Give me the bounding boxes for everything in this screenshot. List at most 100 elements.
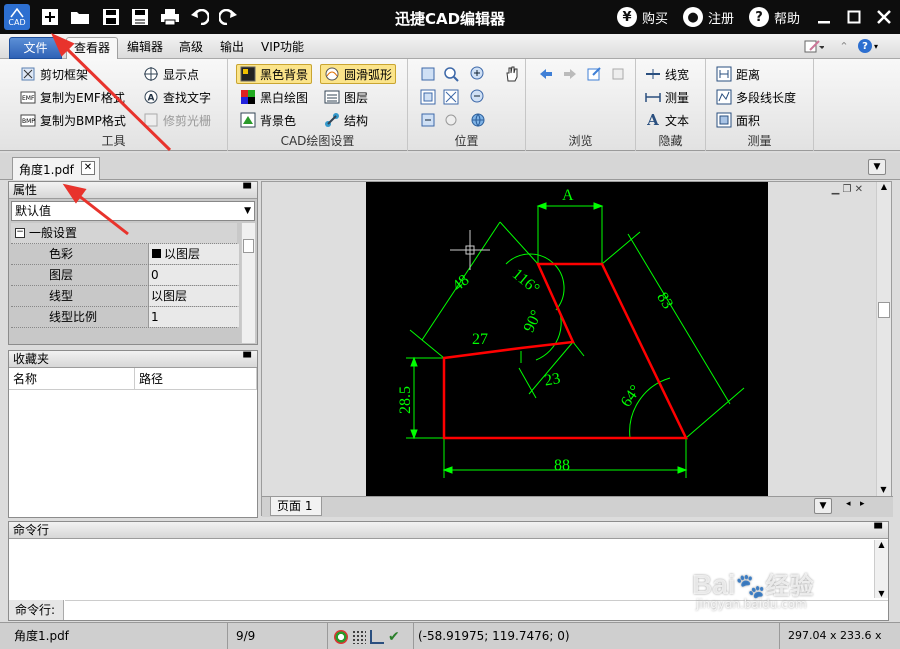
black-background-button[interactable]: 黑色背景 xyxy=(236,64,313,84)
favorites-column-path[interactable]: 路径 xyxy=(135,368,257,390)
drawing-viewer[interactable]: A 48 116° 90° 83 27 23 28.5 64° 88 ▁ ❐ ✕… xyxy=(261,181,893,517)
close-tab-icon[interactable]: ✕ xyxy=(81,161,95,175)
app-logo[interactable]: CAD xyxy=(4,4,30,30)
area-button[interactable]: 面积 xyxy=(716,110,760,130)
copy-emf-button[interactable]: EMF 复制为EMF格式 xyxy=(20,87,125,107)
pin-icon[interactable]: ▀ xyxy=(243,351,251,367)
trim-raster-button[interactable]: 修剪光栅 xyxy=(143,110,211,130)
viewer-restore-icon[interactable]: ❐ xyxy=(842,184,851,195)
forward-arrow-icon[interactable] xyxy=(562,66,578,82)
collapse-ribbon-icon[interactable]: ⌃ xyxy=(835,36,853,56)
page-list-dropdown-icon[interactable]: ▼ xyxy=(814,498,832,514)
linewidth-button[interactable]: 线宽 xyxy=(645,64,689,84)
command-scrollbar[interactable]: ▲ ▼ xyxy=(874,540,888,598)
save-icon[interactable] xyxy=(100,6,122,28)
tab-editor[interactable]: 编辑器 xyxy=(120,37,170,59)
find-text-button[interactable]: A 查找文字 xyxy=(143,87,211,107)
viewer-close-icon[interactable]: ✕ xyxy=(855,184,863,195)
pin-icon[interactable]: ▀ xyxy=(243,182,251,198)
open-folder-icon[interactable] xyxy=(69,6,91,28)
edit-options-icon[interactable] xyxy=(801,36,827,56)
osnap-icon[interactable] xyxy=(334,629,348,644)
structure-button[interactable]: 结构 xyxy=(324,110,368,130)
property-value[interactable]: 1 xyxy=(148,307,239,327)
property-value[interactable]: 以图层 xyxy=(148,244,239,264)
tab-file[interactable]: 文件 xyxy=(9,37,62,59)
tab-vip[interactable]: VIP功能 xyxy=(254,37,311,59)
zoom-dynamic-icon[interactable] xyxy=(443,112,459,128)
tab-output[interactable]: 输出 xyxy=(213,37,251,59)
property-preset-select[interactable]: 默认值 ▼ xyxy=(11,201,255,221)
properties-scrollbar[interactable] xyxy=(241,223,255,343)
show-points-button[interactable]: 显示点 xyxy=(143,64,199,84)
property-value[interactable]: 0 xyxy=(148,265,239,285)
hide-measure-button[interactable]: 测量 xyxy=(645,87,689,107)
back-arrow-icon[interactable] xyxy=(538,66,554,82)
collapse-box-icon[interactable]: − xyxy=(15,228,25,238)
page-tab[interactable]: 页面 1 xyxy=(270,497,322,516)
scroll-down-arrow[interactable]: ▼ xyxy=(877,485,890,494)
property-row[interactable]: 线型 以图层 xyxy=(11,286,239,307)
group-browse: 浏览 xyxy=(526,59,636,151)
new-file-icon[interactable] xyxy=(39,6,61,28)
property-value-text: 以图层 xyxy=(164,247,201,261)
buy-button[interactable]: ¥ 购买 xyxy=(617,7,668,27)
drawing-canvas[interactable]: A 48 116° 90° 83 27 23 28.5 64° 88 xyxy=(366,182,768,496)
browse-disabled-icon[interactable] xyxy=(610,66,626,82)
zoom-extents-icon[interactable] xyxy=(443,89,459,105)
polar-check-icon[interactable]: ✔ xyxy=(388,624,400,649)
bg-color-button[interactable]: 背景色 xyxy=(240,110,296,130)
scroll-thumb[interactable] xyxy=(243,239,254,253)
copy-bmp-button[interactable]: BMP 复制为BMP格式 xyxy=(20,110,126,130)
scroll-down-arrow[interactable]: ▼ xyxy=(875,589,888,598)
clipboard-frame-button[interactable]: 剪切框架 xyxy=(20,64,88,84)
page-scroll-left-icon[interactable]: ◂ xyxy=(846,499,851,509)
save-as-icon[interactable] xyxy=(129,6,151,28)
help-button[interactable]: ? 帮助 xyxy=(749,7,800,27)
property-row[interactable]: 线型比例 1 xyxy=(11,307,239,328)
distance-button[interactable]: 距离 xyxy=(716,64,760,84)
minimize-button[interactable] xyxy=(812,5,836,29)
grid-icon[interactable] xyxy=(352,629,366,644)
property-row[interactable]: 色彩 以图层 xyxy=(11,244,239,265)
scroll-up-arrow[interactable]: ▲ xyxy=(877,182,891,191)
zoom-globe-icon[interactable] xyxy=(470,112,486,128)
viewer-vertical-scrollbar[interactable]: ▲ ▼ xyxy=(876,182,891,496)
zoom-out-icon[interactable] xyxy=(470,89,486,105)
page-scroll-right-icon[interactable]: ▸ xyxy=(860,499,865,509)
scroll-thumb[interactable] xyxy=(878,302,890,318)
fit-page-icon[interactable] xyxy=(420,89,436,105)
zoom-in-icon[interactable] xyxy=(470,66,486,82)
tab-list-dropdown-icon[interactable]: ▼ xyxy=(868,159,886,175)
tab-viewer[interactable]: 查看器 xyxy=(66,37,119,59)
hide-text-button[interactable]: A 文本 xyxy=(645,110,689,130)
favorites-column-name[interactable]: 名称 xyxy=(9,368,135,390)
zoom-window-icon[interactable] xyxy=(443,66,459,82)
smooth-arc-button[interactable]: 圆滑弧形 xyxy=(320,64,397,84)
goto-icon[interactable] xyxy=(586,66,602,82)
command-input[interactable] xyxy=(65,600,888,620)
pan-icon[interactable] xyxy=(420,66,436,82)
distance-label: 距离 xyxy=(736,67,761,82)
print-icon[interactable] xyxy=(159,6,181,28)
property-section-row[interactable]: − 一般设置 xyxy=(11,223,237,244)
tab-advanced[interactable]: 高级 xyxy=(172,37,210,59)
register-button[interactable]: ● 注册 xyxy=(683,7,734,27)
scroll-up-arrow[interactable]: ▲ xyxy=(875,540,888,549)
property-row[interactable]: 图层 0 xyxy=(11,265,239,286)
ortho-icon[interactable] xyxy=(370,629,384,644)
property-value[interactable]: 以图层 xyxy=(148,286,239,306)
maximize-button[interactable] xyxy=(842,5,866,29)
close-button[interactable] xyxy=(872,5,896,29)
redo-icon[interactable] xyxy=(217,6,239,28)
ribbon-help-icon[interactable]: ? ▾ xyxy=(855,36,881,56)
polyline-length-button[interactable]: 多段线长度 xyxy=(716,87,796,107)
pin-icon[interactable]: ▀ xyxy=(874,522,882,538)
document-tab[interactable]: 角度1.pdf ✕ xyxy=(12,157,100,180)
hand-icon[interactable] xyxy=(504,66,520,82)
bw-drawing-button[interactable]: 黑白绘图 xyxy=(240,87,308,107)
zoom-previous-icon[interactable] xyxy=(420,112,436,128)
undo-icon[interactable] xyxy=(189,6,211,28)
viewer-minimize-icon[interactable]: ▁ xyxy=(832,184,840,195)
layers-button[interactable]: 图层 xyxy=(324,87,368,107)
